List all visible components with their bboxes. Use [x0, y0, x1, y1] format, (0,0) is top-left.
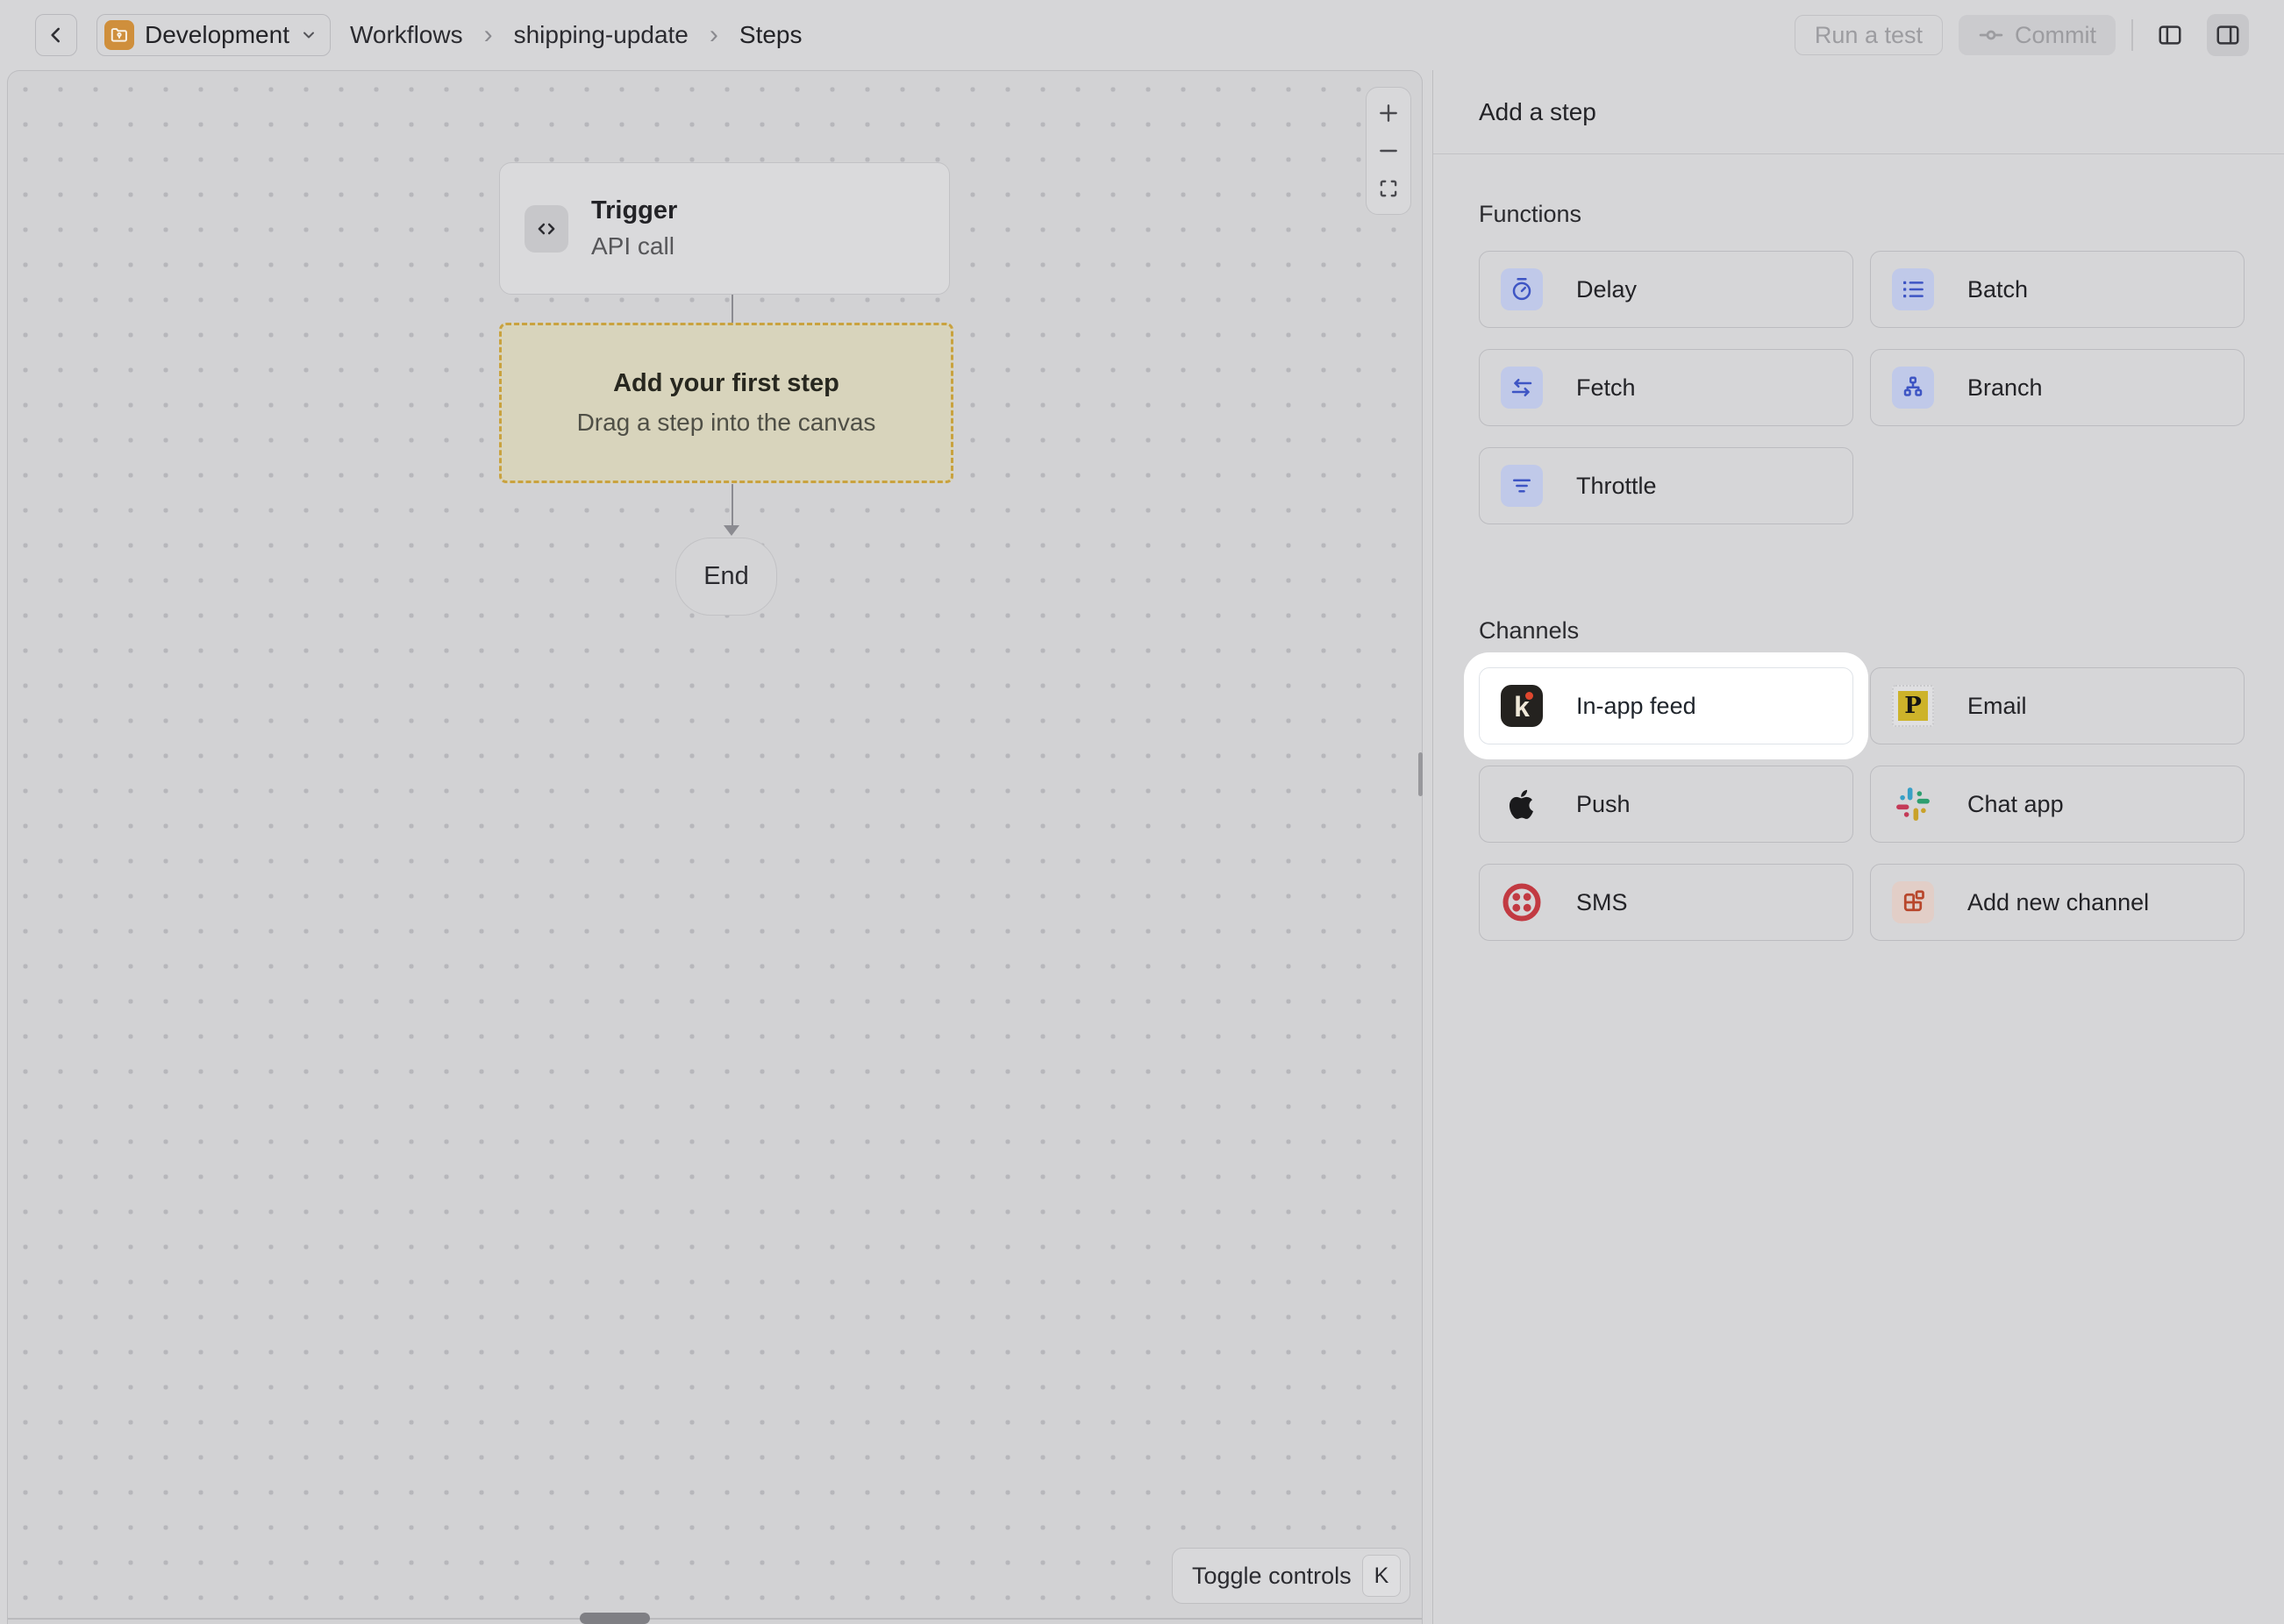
- step-card-label: Push: [1576, 791, 1631, 818]
- throttle-icon: [1501, 465, 1543, 507]
- breadcrumb-current-page: Steps: [739, 21, 803, 49]
- step-card-push[interactable]: Push: [1479, 766, 1853, 843]
- batch-icon: [1892, 268, 1934, 310]
- postmark-email-icon: P: [1892, 685, 1934, 727]
- knock-logo-dot: [1525, 692, 1533, 700]
- top-bar-left: Development Workflows › shipping-update …: [35, 14, 803, 56]
- top-bar-right: Run a test Commit: [1795, 14, 2249, 56]
- branch-icon: [1892, 367, 1934, 409]
- toggle-controls-label: Toggle controls: [1192, 1563, 1352, 1590]
- step-card-label: Email: [1967, 693, 2027, 720]
- step-card-label: Branch: [1967, 374, 2043, 402]
- postmark-logo-letter: P: [1898, 691, 1928, 721]
- add-step-panel: Add a step Functions Delay Batch Fetch: [1432, 70, 2284, 1624]
- environment-selector[interactable]: Development: [96, 14, 331, 56]
- top-bar-divider: [2131, 19, 2133, 51]
- horizontal-scrollbar-thumb[interactable]: [580, 1613, 650, 1624]
- code-icon: [525, 205, 568, 253]
- environment-folder-icon: [104, 20, 134, 50]
- channels-heading: Channels: [1479, 617, 2245, 645]
- trigger-node-subtitle: API call: [591, 229, 677, 265]
- chevron-down-icon: [300, 26, 318, 44]
- top-bar: Development Workflows › shipping-update …: [0, 0, 2284, 70]
- end-node: End: [675, 538, 777, 616]
- step-card-add-new-channel[interactable]: Add new channel: [1870, 864, 2245, 941]
- apple-push-icon: [1501, 783, 1543, 825]
- keyboard-shortcut-badge: K: [1362, 1555, 1401, 1597]
- panel-body: Functions Delay Batch Fetch: [1433, 154, 2284, 941]
- commit-button[interactable]: Commit: [1959, 15, 2116, 55]
- chevron-left-icon: [45, 24, 68, 46]
- slack-chat-icon: [1892, 783, 1934, 825]
- channels-section: Channels k In-app feed P Email: [1479, 617, 2245, 941]
- breadcrumb-separator: ›: [482, 20, 495, 50]
- step-card-label: Batch: [1967, 276, 2028, 303]
- edge-trigger-to-placeholder: [732, 295, 733, 323]
- step-card-sms[interactable]: SMS: [1479, 864, 1853, 941]
- step-card-delay[interactable]: Delay: [1479, 251, 1853, 328]
- toggle-right-panel-button[interactable]: [2207, 14, 2249, 56]
- breadcrumb-workflow-name[interactable]: shipping-update: [514, 21, 689, 49]
- environment-label: Development: [145, 21, 289, 49]
- end-node-label: End: [703, 562, 749, 591]
- commit-icon: [1978, 22, 2004, 48]
- delay-icon: [1501, 268, 1543, 310]
- zoom-out-button[interactable]: [1369, 133, 1408, 168]
- step-card-label: Delay: [1576, 276, 1637, 303]
- panel-title: Add a step: [1433, 70, 2284, 154]
- horizontal-scrollbar-track: [8, 1618, 1422, 1620]
- breadcrumb-separator: ›: [708, 20, 720, 50]
- step-card-batch[interactable]: Batch: [1870, 251, 2245, 328]
- minus-icon: [1377, 139, 1400, 162]
- run-a-test-button[interactable]: Run a test: [1795, 15, 1943, 55]
- twilio-sms-icon: [1501, 881, 1543, 923]
- fit-view-button[interactable]: [1369, 171, 1408, 206]
- fetch-icon: [1501, 367, 1543, 409]
- edge-placeholder-to-end: [732, 484, 733, 526]
- commit-label: Commit: [2015, 22, 2096, 49]
- plus-icon: [1377, 102, 1400, 125]
- fit-screen-icon: [1377, 177, 1400, 200]
- step-card-label: Throttle: [1576, 473, 1657, 500]
- workflow-canvas[interactable]: Trigger API call Add your first step Dra…: [7, 70, 1423, 1624]
- channels-grid: k In-app feed P Email Push: [1479, 667, 2245, 941]
- step-card-label: Chat app: [1967, 791, 2064, 818]
- step-card-email[interactable]: P Email: [1870, 667, 2245, 744]
- toggle-controls-button[interactable]: Toggle controls K: [1172, 1548, 1410, 1604]
- trigger-node-title: Trigger: [591, 192, 677, 229]
- breadcrumb-workflows[interactable]: Workflows: [350, 21, 463, 49]
- panel-left-icon: [2157, 22, 2183, 48]
- add-new-channel-icon: [1892, 881, 1934, 923]
- zoom-in-button[interactable]: [1369, 96, 1408, 131]
- panel-right-icon: [2215, 22, 2241, 48]
- step-card-in-app-feed[interactable]: k In-app feed: [1479, 667, 1853, 744]
- step-card-label: SMS: [1576, 889, 1628, 916]
- step-card-label: Add new channel: [1967, 889, 2149, 916]
- dropzone-title: Add your first step: [613, 369, 839, 398]
- step-card-chat-app[interactable]: Chat app: [1870, 766, 2245, 843]
- functions-grid: Delay Batch Fetch Branch: [1479, 251, 2245, 524]
- toggle-left-panel-button[interactable]: [2149, 14, 2191, 56]
- functions-heading: Functions: [1479, 201, 2245, 228]
- step-card-label: In-app feed: [1576, 693, 1696, 720]
- step-card-label: Fetch: [1576, 374, 1636, 402]
- dropzone-subtitle: Drag a step into the canvas: [577, 409, 876, 437]
- add-first-step-dropzone[interactable]: Add your first step Drag a step into the…: [499, 323, 953, 483]
- trigger-node[interactable]: Trigger API call: [499, 162, 950, 295]
- run-a-test-label: Run a test: [1815, 22, 1923, 49]
- step-card-fetch[interactable]: Fetch: [1479, 349, 1853, 426]
- step-card-throttle[interactable]: Throttle: [1479, 447, 1853, 524]
- knock-in-app-feed-icon: k: [1501, 685, 1543, 727]
- zoom-controls: [1366, 87, 1411, 215]
- vertical-scrollbar-thumb[interactable]: [1418, 752, 1423, 796]
- back-button[interactable]: [35, 14, 77, 56]
- edge-arrowhead: [724, 525, 739, 536]
- step-card-branch[interactable]: Branch: [1870, 349, 2245, 426]
